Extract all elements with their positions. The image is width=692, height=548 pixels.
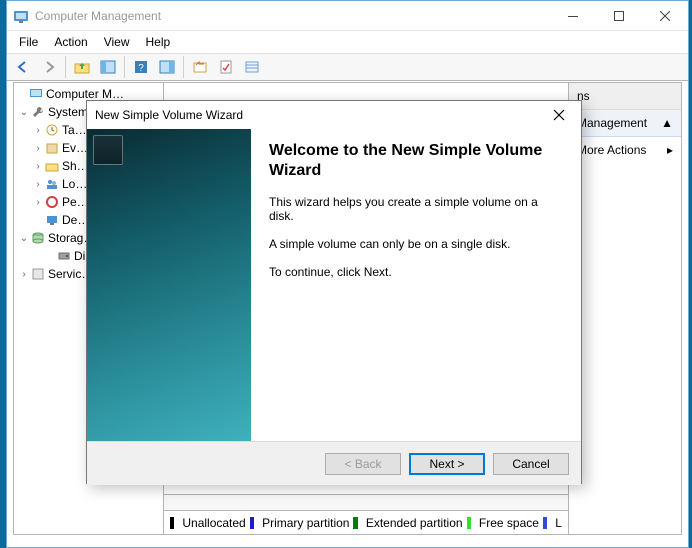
performance-icon (44, 194, 60, 210)
minimize-button[interactable] (550, 1, 596, 30)
swatch-extended (353, 517, 357, 529)
svg-text:?: ? (138, 63, 144, 74)
maximize-button[interactable] (596, 1, 642, 30)
storage-icon (30, 230, 46, 246)
dialog-titlebar: New Simple Volume Wizard (87, 101, 581, 129)
wizard-sidebar-image (87, 129, 251, 441)
cancel-button[interactable]: Cancel (493, 453, 569, 475)
legend-logical: L (555, 516, 562, 530)
help-icon[interactable]: ? (129, 55, 153, 79)
app-icon (13, 8, 29, 24)
event-icon (44, 140, 60, 156)
dialog-content: Welcome to the New Simple Volume Wizard … (251, 129, 581, 441)
actions-management-label: Management (577, 116, 647, 130)
menu-help[interactable]: Help (138, 33, 179, 51)
back-icon[interactable] (11, 55, 35, 79)
expander-closed-icon[interactable]: › (18, 269, 30, 280)
swatch-primary (250, 517, 254, 529)
separator-icon (65, 56, 66, 78)
submenu-arrow-icon: ▸ (667, 143, 673, 157)
expander-closed-icon[interactable]: › (32, 143, 44, 154)
dialog-footer: < Back Next > Cancel (87, 441, 581, 485)
menu-file[interactable]: File (11, 33, 46, 51)
expander-open-icon[interactable]: ⌄ (18, 107, 30, 118)
expander-closed-icon[interactable]: › (32, 161, 44, 172)
action-pane-icon[interactable] (155, 55, 179, 79)
expander-closed-icon[interactable]: › (32, 197, 44, 208)
clock-icon (44, 122, 60, 138)
separator-icon (124, 56, 125, 78)
legend: Unallocated Primary partition Extended p… (164, 510, 568, 534)
actions-management[interactable]: Management ▲ (569, 110, 681, 137)
computer-icon (28, 86, 44, 102)
legend-extended: Extended partition (366, 516, 463, 530)
menubar: File Action View Help (7, 31, 688, 53)
properties-icon[interactable] (214, 55, 238, 79)
window-title: Computer Management (35, 9, 550, 23)
legend-primary: Primary partition (262, 516, 349, 530)
device-icon (44, 212, 60, 228)
swatch-logical (543, 517, 547, 529)
dialog-body: Welcome to the New Simple Volume Wizard … (87, 129, 581, 441)
forward-icon[interactable] (37, 55, 61, 79)
folder-share-icon (44, 158, 60, 174)
wizard-dialog: New Simple Volume Wizard Welcome to the … (86, 100, 582, 484)
services-icon (30, 266, 46, 282)
next-button[interactable]: Next > (409, 453, 485, 475)
expander-closed-icon[interactable]: › (32, 179, 44, 190)
wrench-icon (30, 104, 46, 120)
wizard-text-3: To continue, click Next. (269, 265, 563, 279)
close-button[interactable] (642, 1, 688, 30)
close-icon (553, 109, 565, 121)
refresh-icon[interactable] (188, 55, 212, 79)
users-icon (44, 176, 60, 192)
titlebar: Computer Management (7, 1, 688, 31)
up-folder-icon[interactable] (70, 55, 94, 79)
wizard-heading: Welcome to the New Simple Volume Wizard (269, 141, 563, 181)
actions-more-label: More Actions (577, 143, 646, 157)
legend-unallocated: Unallocated (182, 516, 245, 530)
menu-view[interactable]: View (96, 33, 138, 51)
swatch-free (467, 517, 471, 529)
list-view-icon[interactable] (240, 55, 264, 79)
window-buttons (550, 1, 688, 30)
menu-action[interactable]: Action (46, 33, 95, 51)
legend-area: Unallocated Primary partition Extended p… (164, 494, 568, 534)
wizard-text-1: This wizard helps you create a simple vo… (269, 195, 563, 223)
ruler (164, 494, 568, 510)
legend-free: Free space (479, 516, 539, 530)
expander-closed-icon[interactable]: › (32, 125, 44, 136)
dialog-close-button[interactable] (545, 101, 573, 129)
collapse-up-icon: ▲ (661, 116, 673, 130)
wizard-text-2: A simple volume can only be on a single … (269, 237, 563, 251)
back-button: < Back (325, 453, 401, 475)
toolbar: ? (7, 53, 688, 81)
swatch-unallocated (170, 517, 174, 529)
show-hide-tree-icon[interactable] (96, 55, 120, 79)
actions-more[interactable]: More Actions ▸ (569, 137, 681, 163)
actions-pane: ns Management ▲ More Actions ▸ (569, 83, 681, 534)
actions-header: ns (569, 83, 681, 110)
separator-icon (183, 56, 184, 78)
disk-icon (56, 248, 72, 264)
expander-open-icon[interactable]: ⌄ (18, 233, 30, 244)
dialog-title: New Simple Volume Wizard (95, 108, 545, 122)
